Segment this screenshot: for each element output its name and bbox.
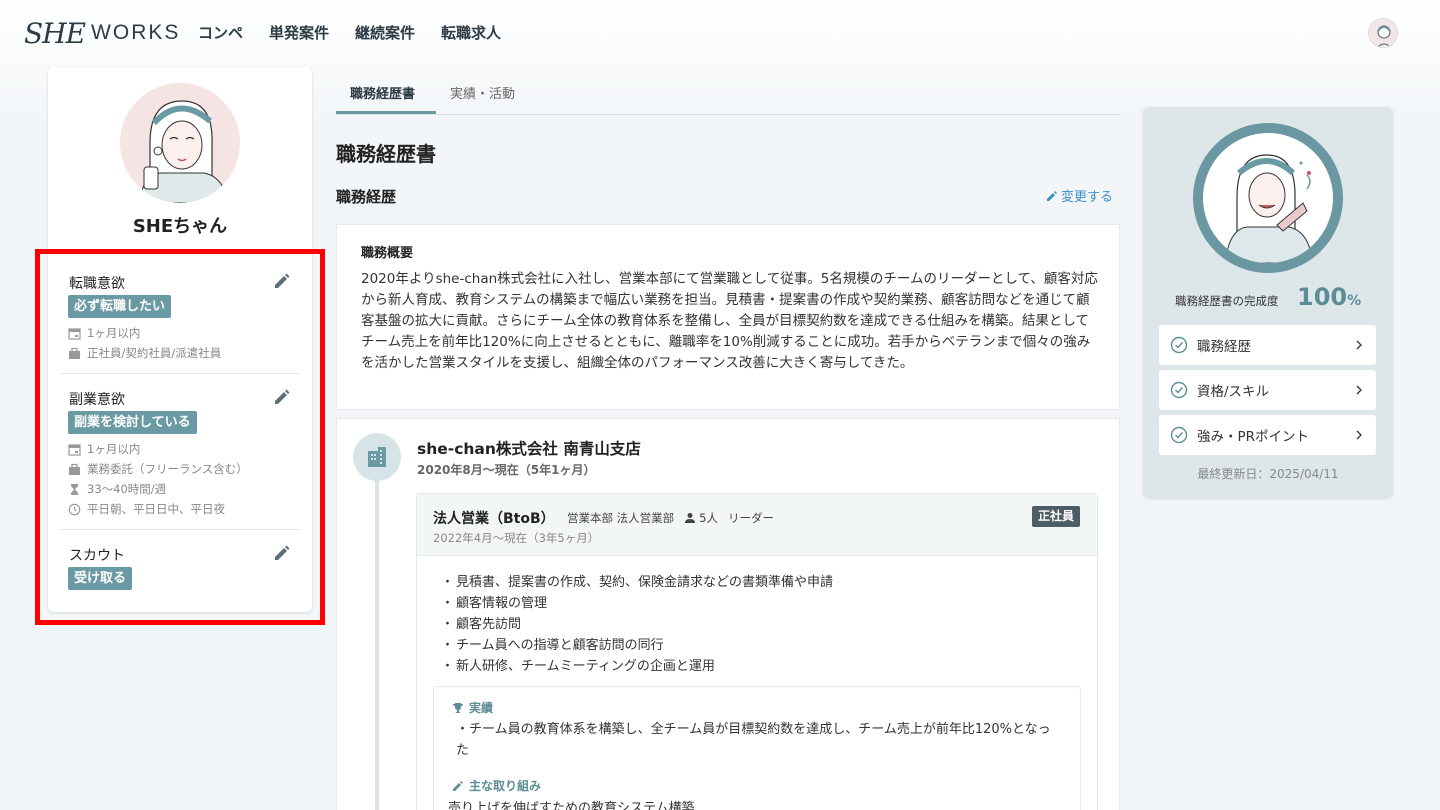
employment-badge: 正社員 <box>1032 506 1081 527</box>
role-card: 法人営業（BtoB） 営業本部 法人営業部 5人 リーダー 2022年4月〜現在… <box>416 493 1098 810</box>
tab-bar: 職務経歴書 実績・活動 <box>336 68 1120 115</box>
pencil-icon <box>453 780 463 791</box>
summary-text: 2020年よりshe-chan株式会社に入社し、営業本部にて営業職として従事。5… <box>361 271 1098 371</box>
pencil-icon <box>1047 190 1057 201</box>
timeline-line <box>375 481 379 810</box>
achievement-text: ・チーム員の教育体系を構築し、全チーム員が目標契約数を達成し、チーム売上が前年比… <box>456 722 1051 758</box>
check-circle-icon <box>1170 381 1188 399</box>
logo-script: SHE <box>24 16 86 50</box>
completion-label: 職務経歴書の完成度 <box>1175 294 1279 308</box>
nav-single-projects[interactable]: 単発案件 <box>269 22 329 43</box>
check-circle-icon <box>1170 336 1188 354</box>
list-item: 顧客先訪問 <box>441 614 833 635</box>
check-circle-icon <box>1170 426 1188 444</box>
highlight-box <box>35 249 325 625</box>
nav-compe[interactable]: コンペ <box>198 22 243 43</box>
profile-avatar <box>120 83 240 203</box>
checklist-item-strengths[interactable]: 強み・PRポイント <box>1159 415 1376 455</box>
profile-name: SHEちゃん <box>132 216 228 237</box>
list-item: チーム員への指導と顧客訪問の同行 <box>441 635 833 656</box>
main-nav: コンペ 単発案件 継続案件 転職求人 <box>198 22 501 43</box>
list-item: 見積書、提案書の作成、契約、保険金請求などの書類準備や申請 <box>441 572 833 593</box>
chevron-right-icon <box>1356 385 1362 395</box>
checklist-item-work-history[interactable]: 職務経歴 <box>1159 325 1376 365</box>
trophy-icon <box>453 702 463 713</box>
role-header: 法人営業（BtoB） 営業本部 法人営業部 5人 リーダー 2022年4月〜現在… <box>417 494 1097 556</box>
list-item: 顧客情報の管理 <box>441 593 833 614</box>
role-details: 営業本部 法人営業部 5人 リーダー <box>567 510 774 526</box>
building-icon <box>353 433 401 481</box>
tab-achievements[interactable]: 実績・活動 <box>450 83 515 102</box>
effort-label: 主な取り組み <box>452 777 541 794</box>
chevron-right-icon <box>1356 340 1362 350</box>
effort-text: 売り上げを伸ばすための教育システム構築 <box>448 801 695 810</box>
completion-illustration <box>1193 123 1343 273</box>
duty-list: 見積書、提案書の作成、契約、保険金請求などの書類準備や申請 顧客情報の管理 顧客… <box>441 572 833 677</box>
job-summary-card: 職務概要 2020年よりshe-chan株式会社に入社し、営業本部にて営業職とし… <box>336 224 1120 410</box>
role-department: 営業本部 法人営業部 <box>567 511 675 525</box>
company-name: she-chan株式会社 南青山支店 <box>417 440 641 458</box>
work-history-heading: 職務経歴 <box>336 188 397 206</box>
completion-value: 100% <box>1297 283 1362 311</box>
she-works-logo[interactable]: SHE WORKS <box>24 16 180 50</box>
active-tab-indicator <box>336 111 436 114</box>
last-updated: 最終更新日：2025/04/11 <box>1197 467 1339 481</box>
tab-resume[interactable]: 職務経歴書 <box>350 83 415 102</box>
achievement-box: 実績 ・チーム員の教育体系を構築し、全チーム員が目標契約数を達成し、チーム売上が… <box>433 686 1081 810</box>
page-title: 職務経歴書 <box>336 142 436 166</box>
achievement-label: 実績 <box>452 699 493 716</box>
user-avatar[interactable] <box>1368 18 1398 48</box>
person-icon <box>685 513 696 523</box>
company-period: 2020年8月〜現在（5年1ヶ月） <box>417 463 596 477</box>
company-card: she-chan株式会社 南青山支店 2020年8月〜現在（5年1ヶ月） 法人営… <box>336 418 1120 810</box>
logo-works: WORKS <box>91 21 181 44</box>
summary-label: 職務概要 <box>361 246 414 261</box>
list-item: 新人研修、チームミーティングの企画と運用 <box>441 656 833 677</box>
team-size: 5人 <box>684 510 718 526</box>
role-period: 2022年4月〜現在（3年5ヶ月） <box>433 531 600 545</box>
header: SHE WORKS コンペ 単発案件 継続案件 転職求人 <box>0 0 1440 64</box>
checklist-item-skills[interactable]: 資格/スキル <box>1159 370 1376 410</box>
role-title: 法人営業（BtoB） <box>433 511 555 527</box>
completion-card: 職務経歴書の完成度 100% 職務経歴 資格/スキル 強み・PRポイント 最終更… <box>1143 107 1393 498</box>
nav-continuing-projects[interactable]: 継続案件 <box>355 22 415 43</box>
chevron-right-icon <box>1356 430 1362 440</box>
nav-job-listings[interactable]: 転職求人 <box>441 22 501 43</box>
edit-link[interactable]: 変更する <box>1046 186 1113 205</box>
role-position: リーダー <box>727 511 774 525</box>
